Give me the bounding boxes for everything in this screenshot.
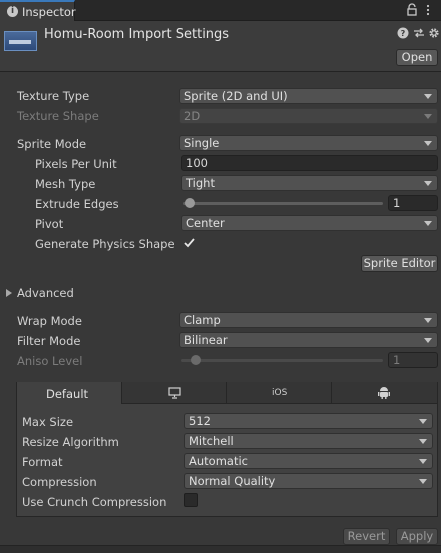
chevron-down-icon (419, 479, 427, 484)
texture-thumbnail (4, 31, 37, 51)
pivot-dropdown[interactable]: Center (181, 215, 438, 231)
tab-standalone[interactable] (122, 382, 227, 404)
help-icon[interactable]: ? (397, 27, 409, 39)
generate-physics-shape-checkbox[interactable] (183, 236, 196, 249)
extrude-edges-label: Extrude Edges (35, 197, 119, 211)
sprite-editor-button[interactable]: Sprite Editor (361, 255, 438, 272)
aniso-level-label: Aniso Level (17, 354, 83, 368)
chevron-down-icon (424, 221, 432, 226)
format-label: Format (22, 455, 63, 469)
preset-icon[interactable] (413, 27, 425, 39)
texture-type-label: Texture Type (17, 89, 90, 103)
monitor-icon (168, 387, 181, 399)
resize-algorithm-dropdown[interactable]: Mitchell (184, 433, 433, 449)
sprite-mode-label: Sprite Mode (17, 137, 87, 151)
page-title: Homu-Room Import Settings (44, 27, 230, 42)
pixels-per-unit-field[interactable]: 100 (181, 155, 438, 171)
pixels-per-unit-label: Pixels Per Unit (35, 157, 117, 171)
tab-label: Inspector (22, 5, 76, 19)
wrap-mode-label: Wrap Mode (17, 314, 82, 328)
chevron-down-icon (419, 459, 427, 464)
svg-text:?: ? (401, 29, 406, 38)
bottom-strip (0, 545, 441, 553)
tab-ios[interactable]: iOS (227, 382, 332, 404)
use-crunch-compression-label: Use Crunch Compression (22, 495, 167, 509)
info-icon: i (7, 6, 18, 17)
kebab-menu-icon[interactable] (424, 3, 432, 17)
aniso-level-field: 1 (388, 352, 438, 368)
extrude-edges-slider[interactable] (183, 202, 383, 205)
compression-value: Normal Quality (189, 474, 276, 488)
sprite-mode-value: Single (184, 136, 220, 150)
open-button[interactable]: Open (396, 49, 438, 66)
tab-ios-label: iOS (272, 388, 288, 398)
mesh-type-dropdown[interactable]: Tight (181, 175, 438, 191)
chevron-down-icon (424, 141, 432, 146)
tab-default-label: Default (46, 387, 89, 401)
texture-type-value: Sprite (2D and UI) (184, 89, 288, 103)
pivot-label: Pivot (35, 217, 64, 231)
resize-algorithm-label: Resize Algorithm (22, 435, 119, 449)
mesh-type-value: Tight (186, 176, 215, 190)
tab-android[interactable] (332, 382, 437, 404)
texture-shape-dropdown: 2D (179, 108, 438, 124)
compression-dropdown[interactable]: Normal Quality (184, 473, 433, 489)
tab-default[interactable]: Default (17, 382, 122, 404)
chevron-down-icon (424, 318, 432, 323)
max-size-value: 512 (189, 414, 211, 428)
chevron-down-icon (424, 114, 432, 119)
wrap-mode-dropdown[interactable]: Clamp (179, 312, 438, 328)
max-size-dropdown[interactable]: 512 (184, 413, 433, 429)
texture-type-dropdown[interactable]: Sprite (2D and UI) (179, 88, 438, 104)
use-crunch-compression-checkbox[interactable] (184, 493, 198, 507)
advanced-foldout[interactable]: Advanced (17, 286, 74, 300)
wrap-mode-value: Clamp (184, 313, 221, 327)
chevron-down-icon (424, 94, 432, 99)
chevron-down-icon (419, 419, 427, 424)
resize-algorithm-value: Mitchell (189, 434, 234, 448)
aniso-level-slider-thumb (191, 355, 201, 365)
generate-physics-shape-label: Generate Physics Shape (35, 237, 175, 251)
pivot-value: Center (186, 216, 225, 230)
filter-mode-label: Filter Mode (17, 334, 81, 348)
apply-button[interactable]: Apply (396, 528, 438, 545)
chevron-down-icon (419, 439, 427, 444)
revert-button[interactable]: Revert (343, 528, 390, 545)
compression-label: Compression (22, 475, 97, 489)
android-icon (378, 387, 390, 399)
extrude-edges-field[interactable]: 1 (388, 195, 438, 211)
lock-icon[interactable] (406, 3, 418, 17)
mesh-type-label: Mesh Type (35, 177, 96, 191)
foldout-arrow-icon[interactable] (6, 289, 12, 297)
sprite-mode-dropdown[interactable]: Single (179, 135, 438, 151)
texture-shape-label: Texture Shape (17, 109, 99, 123)
header-divider (0, 71, 441, 72)
format-dropdown[interactable]: Automatic (184, 453, 433, 469)
chevron-down-icon (424, 181, 432, 186)
max-size-label: Max Size (22, 415, 74, 429)
gear-icon[interactable] (428, 27, 440, 39)
format-value: Automatic (189, 454, 248, 468)
filter-mode-dropdown[interactable]: Bilinear (179, 332, 438, 348)
extrude-edges-slider-thumb[interactable] (185, 198, 195, 208)
aniso-level-slider (181, 359, 383, 362)
filter-mode-value: Bilinear (184, 333, 228, 347)
tab-inspector[interactable]: i Inspector (0, 0, 76, 21)
texture-shape-value: 2D (184, 109, 201, 123)
chevron-down-icon (424, 338, 432, 343)
